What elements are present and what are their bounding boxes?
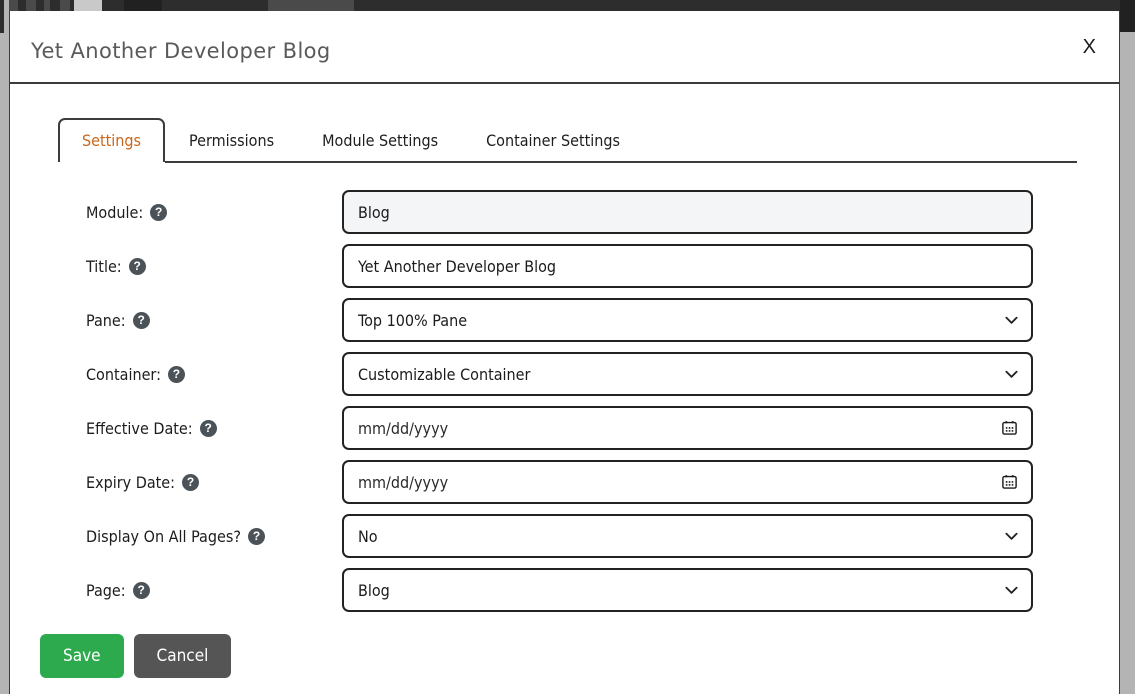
form-row-expiry-date: Expiry Date: ? mm/dd/yyyy [10, 455, 1119, 509]
tab-container-settings[interactable]: Container Settings [462, 118, 644, 163]
label-title: Title: ? [86, 257, 342, 276]
label-module-text: Module: [86, 202, 144, 222]
effective-date-placeholder: mm/dd/yyyy [358, 418, 449, 438]
field-pane: Top 100% Pane [342, 298, 1033, 342]
field-container: Customizable Container [342, 352, 1033, 396]
calendar-icon[interactable] [1001, 474, 1018, 491]
module-input: Blog [342, 190, 1033, 234]
form-row-pane: Pane: ? Top 100% Pane [10, 293, 1119, 347]
form-row-effective-date: Effective Date: ? mm/dd/yyyy [10, 401, 1119, 455]
help-icon[interactable]: ? [167, 365, 185, 383]
tab-settings[interactable]: Settings [58, 118, 166, 165]
label-effective-date-text: Effective Date: [86, 418, 193, 438]
chrome-tab-fragment [60, 0, 70, 11]
cancel-button[interactable]: Cancel [133, 634, 232, 679]
label-module: Module: ? [86, 203, 342, 222]
calendar-icon[interactable] [1001, 420, 1018, 437]
container-select[interactable]: Customizable Container [342, 352, 1033, 396]
field-module: Blog [342, 190, 1033, 234]
form-row-module: Module: ? Blog [10, 185, 1119, 239]
effective-date-input[interactable]: mm/dd/yyyy [342, 406, 1033, 450]
tab-permissions[interactable]: Permissions [165, 118, 298, 163]
chrome-tab-fragment [26, 0, 36, 11]
page-select[interactable]: Blog [342, 568, 1033, 612]
left-gutter-dark [0, 0, 4, 33]
page-title: Yet Another Developer Blog [31, 39, 331, 63]
help-icon[interactable]: ? [128, 257, 146, 275]
pane-select[interactable]: Top 100% Pane [342, 298, 1033, 342]
expiry-date-placeholder: mm/dd/yyyy [358, 472, 449, 492]
modal-footer: Save Cancel [10, 617, 1119, 679]
chrome-tab-fragment [124, 0, 162, 11]
help-icon[interactable]: ? [248, 527, 265, 545]
label-title-text: Title: [86, 256, 122, 276]
help-icon[interactable]: ? [182, 473, 200, 491]
form-row-page: Page: ? Blog [10, 563, 1119, 617]
label-container-text: Container: [86, 364, 161, 384]
help-icon[interactable]: ? [132, 581, 150, 599]
save-button[interactable]: Save [40, 634, 124, 679]
field-expiry-date: mm/dd/yyyy [342, 460, 1033, 504]
settings-form: Module: ? Blog Title: ? Yet Another Deve… [10, 163, 1119, 617]
chrome-tab-fragment [268, 0, 354, 11]
tab-bar: Settings Permissions Module Settings Con… [10, 108, 1119, 165]
close-icon[interactable]: X [1077, 33, 1102, 61]
help-icon[interactable]: ? [199, 419, 217, 437]
label-expiry-date: Expiry Date: ? [86, 473, 342, 492]
form-row-title: Title: ? Yet Another Developer Blog [10, 239, 1119, 293]
browser-chrome-strip [0, 0, 1135, 11]
right-top-dark-strip [1120, 0, 1135, 32]
label-effective-date: Effective Date: ? [86, 419, 342, 438]
help-icon[interactable]: ? [150, 203, 168, 221]
field-effective-date: mm/dd/yyyy [342, 406, 1033, 450]
label-pane-text: Pane: [86, 310, 126, 330]
label-expiry-date-text: Expiry Date: [86, 472, 176, 492]
field-display-on-all-pages: No [342, 514, 1033, 558]
field-page: Blog [342, 568, 1033, 612]
module-settings-modal: Yet Another Developer Blog X Settings Pe… [9, 11, 1120, 694]
modal-header: Yet Another Developer Blog X [10, 11, 1119, 84]
label-display-on-all-pages-text: Display On All Pages? [86, 526, 241, 546]
form-row-container: Container: ? Customizable Container [10, 347, 1119, 401]
field-title: Yet Another Developer Blog [342, 244, 1033, 288]
left-gutter [0, 0, 9, 694]
label-container: Container: ? [86, 365, 342, 384]
label-pane: Pane: ? [86, 311, 342, 330]
expiry-date-input[interactable]: mm/dd/yyyy [342, 460, 1033, 504]
label-page-text: Page: [86, 580, 126, 600]
tab-module-settings[interactable]: Module Settings [298, 118, 462, 163]
label-page: Page: ? [86, 581, 342, 600]
title-input[interactable]: Yet Another Developer Blog [342, 244, 1033, 288]
chrome-tab-fragment [74, 0, 102, 11]
help-icon[interactable]: ? [132, 311, 150, 329]
display-on-all-pages-select[interactable]: No [342, 514, 1033, 558]
chrome-tab-fragment [44, 0, 50, 11]
label-display-on-all-pages: Display On All Pages? ? [86, 527, 342, 546]
page-scrollbar[interactable] [1120, 32, 1135, 694]
form-row-display-on-all-pages: Display On All Pages? ? No [10, 509, 1119, 563]
